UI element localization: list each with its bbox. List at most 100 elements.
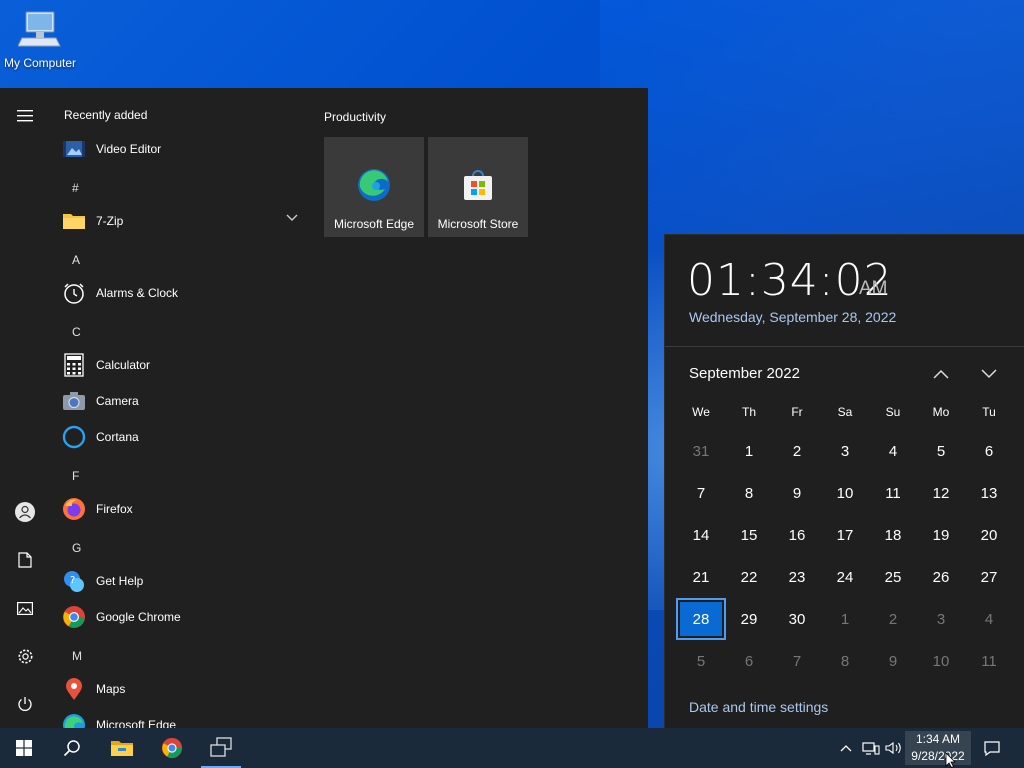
calendar-day[interactable]: 14 — [678, 516, 724, 554]
calendar-day[interactable]: 10 — [918, 642, 964, 680]
app-label: 7-Zip — [96, 214, 124, 228]
hamburger-menu-icon[interactable] — [9, 100, 41, 132]
previous-month-button[interactable] — [929, 363, 953, 385]
calendar-day[interactable]: 2 — [774, 432, 820, 470]
store-icon — [460, 167, 496, 203]
app-get-help[interactable]: ? Get Help — [62, 567, 310, 595]
get-help-icon: ? — [62, 569, 86, 593]
calendar-day-today[interactable]: 28 — [676, 598, 726, 640]
calendar-day[interactable]: 25 — [870, 558, 916, 596]
chevron-down-icon — [981, 369, 997, 379]
calendar-day[interactable]: 4 — [966, 600, 1012, 638]
calendar-day[interactable]: 11 — [966, 642, 1012, 680]
letter-header[interactable]: G — [72, 541, 81, 555]
calendar-day[interactable]: 11 — [870, 474, 916, 512]
app-7zip[interactable]: 7-Zip — [62, 207, 310, 235]
calendar-day[interactable]: 1 — [822, 600, 868, 638]
volume-button[interactable] — [884, 728, 904, 768]
calendar-day[interactable]: 15 — [726, 516, 772, 554]
app-cortana[interactable]: Cortana — [62, 423, 310, 451]
calendar-day[interactable]: 21 — [678, 558, 724, 596]
app-label: Calculator — [96, 358, 151, 372]
date-time-settings-link[interactable]: Date and time settings — [689, 699, 828, 715]
letter-header[interactable]: C — [72, 325, 81, 339]
calendar-day[interactable]: 7 — [678, 474, 724, 512]
chevron-down-icon[interactable] — [286, 214, 298, 222]
calendar-day[interactable]: 31 — [678, 432, 724, 470]
calendar-day[interactable]: 6 — [966, 432, 1012, 470]
start-rail — [0, 88, 50, 728]
calendar-day[interactable]: 18 — [870, 516, 916, 554]
app-firefox[interactable]: Firefox — [62, 495, 310, 523]
app-microsoft-edge[interactable]: Microsoft Edge — [62, 711, 310, 728]
productivity-heading[interactable]: Productivity — [324, 110, 386, 124]
calendar-day[interactable]: 9 — [774, 474, 820, 512]
calculator-icon — [62, 353, 86, 377]
calendar-day[interactable]: 3 — [918, 600, 964, 638]
task-view-button[interactable] — [197, 728, 245, 768]
weekday-header: Sa — [837, 405, 853, 419]
desktop-icon-label: My Computer — [3, 56, 77, 70]
app-list[interactable]: Recently added Video Editor # 7-Zip A Al… — [50, 88, 310, 728]
edge-icon — [62, 713, 86, 728]
documents-icon[interactable] — [9, 544, 41, 576]
action-center-button[interactable] — [978, 728, 1006, 768]
pictures-icon[interactable] — [9, 592, 41, 624]
app-video-editor[interactable]: Video Editor — [62, 135, 310, 163]
letter-header[interactable]: # — [72, 181, 79, 195]
calendar-day[interactable]: 7 — [774, 642, 820, 680]
letter-header[interactable]: M — [72, 649, 82, 663]
start-button[interactable] — [0, 728, 48, 768]
tile-microsoft-edge[interactable]: Microsoft Edge — [324, 137, 424, 237]
current-date[interactable]: Wednesday, September 28, 2022 — [689, 309, 896, 325]
calendar-day[interactable]: 1 — [726, 432, 772, 470]
app-camera[interactable]: Camera — [62, 387, 310, 415]
user-icon[interactable] — [9, 496, 41, 528]
app-calculator[interactable]: Calculator — [62, 351, 310, 379]
show-hidden-icons-button[interactable] — [836, 728, 856, 768]
next-month-button[interactable] — [977, 363, 1001, 385]
taskbar-clock[interactable]: 1:34 AM 9/28/2022 — [905, 731, 971, 765]
calendar-day[interactable]: 19 — [918, 516, 964, 554]
app-google-chrome[interactable]: Google Chrome — [62, 603, 310, 631]
calendar-day[interactable]: 16 — [774, 516, 820, 554]
app-maps[interactable]: Maps — [62, 675, 310, 703]
chrome-taskbar-button[interactable] — [148, 728, 196, 768]
calendar-day[interactable]: 29 — [726, 600, 772, 638]
settings-gear-icon[interactable] — [9, 640, 41, 672]
calendar-day[interactable]: 30 — [774, 600, 820, 638]
power-icon[interactable] — [9, 688, 41, 720]
calendar-day[interactable]: 24 — [822, 558, 868, 596]
calendar-day[interactable]: 20 — [966, 516, 1012, 554]
calendar-day[interactable]: 5 — [918, 432, 964, 470]
calendar-day[interactable]: 6 — [726, 642, 772, 680]
letter-header[interactable]: F — [72, 469, 79, 483]
calendar-day[interactable]: 26 — [918, 558, 964, 596]
calendar-day[interactable]: 8 — [726, 474, 772, 512]
desktop-icon-my-computer[interactable]: My Computer — [0, 8, 80, 70]
calendar-day[interactable]: 4 — [870, 432, 916, 470]
taskbar: 1:34 AM 9/28/2022 — [0, 728, 1024, 768]
calendar-day[interactable]: 13 — [966, 474, 1012, 512]
calendar-day[interactable]: 23 — [774, 558, 820, 596]
file-explorer-button[interactable] — [98, 728, 146, 768]
camera-icon — [62, 389, 86, 413]
network-button[interactable] — [860, 728, 882, 768]
calendar-day[interactable]: 9 — [870, 642, 916, 680]
calendar-day[interactable]: 17 — [822, 516, 868, 554]
month-label[interactable]: September 2022 — [689, 365, 800, 382]
calendar-day[interactable]: 22 — [726, 558, 772, 596]
letter-header[interactable]: A — [72, 253, 80, 267]
app-alarms-clock[interactable]: Alarms & Clock — [62, 279, 310, 307]
calendar-day[interactable]: 2 — [870, 600, 916, 638]
calendar-day[interactable]: 8 — [822, 642, 868, 680]
calendar-day[interactable]: 10 — [822, 474, 868, 512]
svg-text:?: ? — [70, 575, 75, 586]
calendar-day[interactable]: 3 — [822, 432, 868, 470]
weekday-header: Th — [741, 405, 756, 419]
search-button[interactable] — [48, 728, 96, 768]
calendar-day[interactable]: 12 — [918, 474, 964, 512]
calendar-day[interactable]: 5 — [678, 642, 724, 680]
tile-microsoft-store[interactable]: Microsoft Store — [428, 137, 528, 237]
calendar-day[interactable]: 27 — [966, 558, 1012, 596]
